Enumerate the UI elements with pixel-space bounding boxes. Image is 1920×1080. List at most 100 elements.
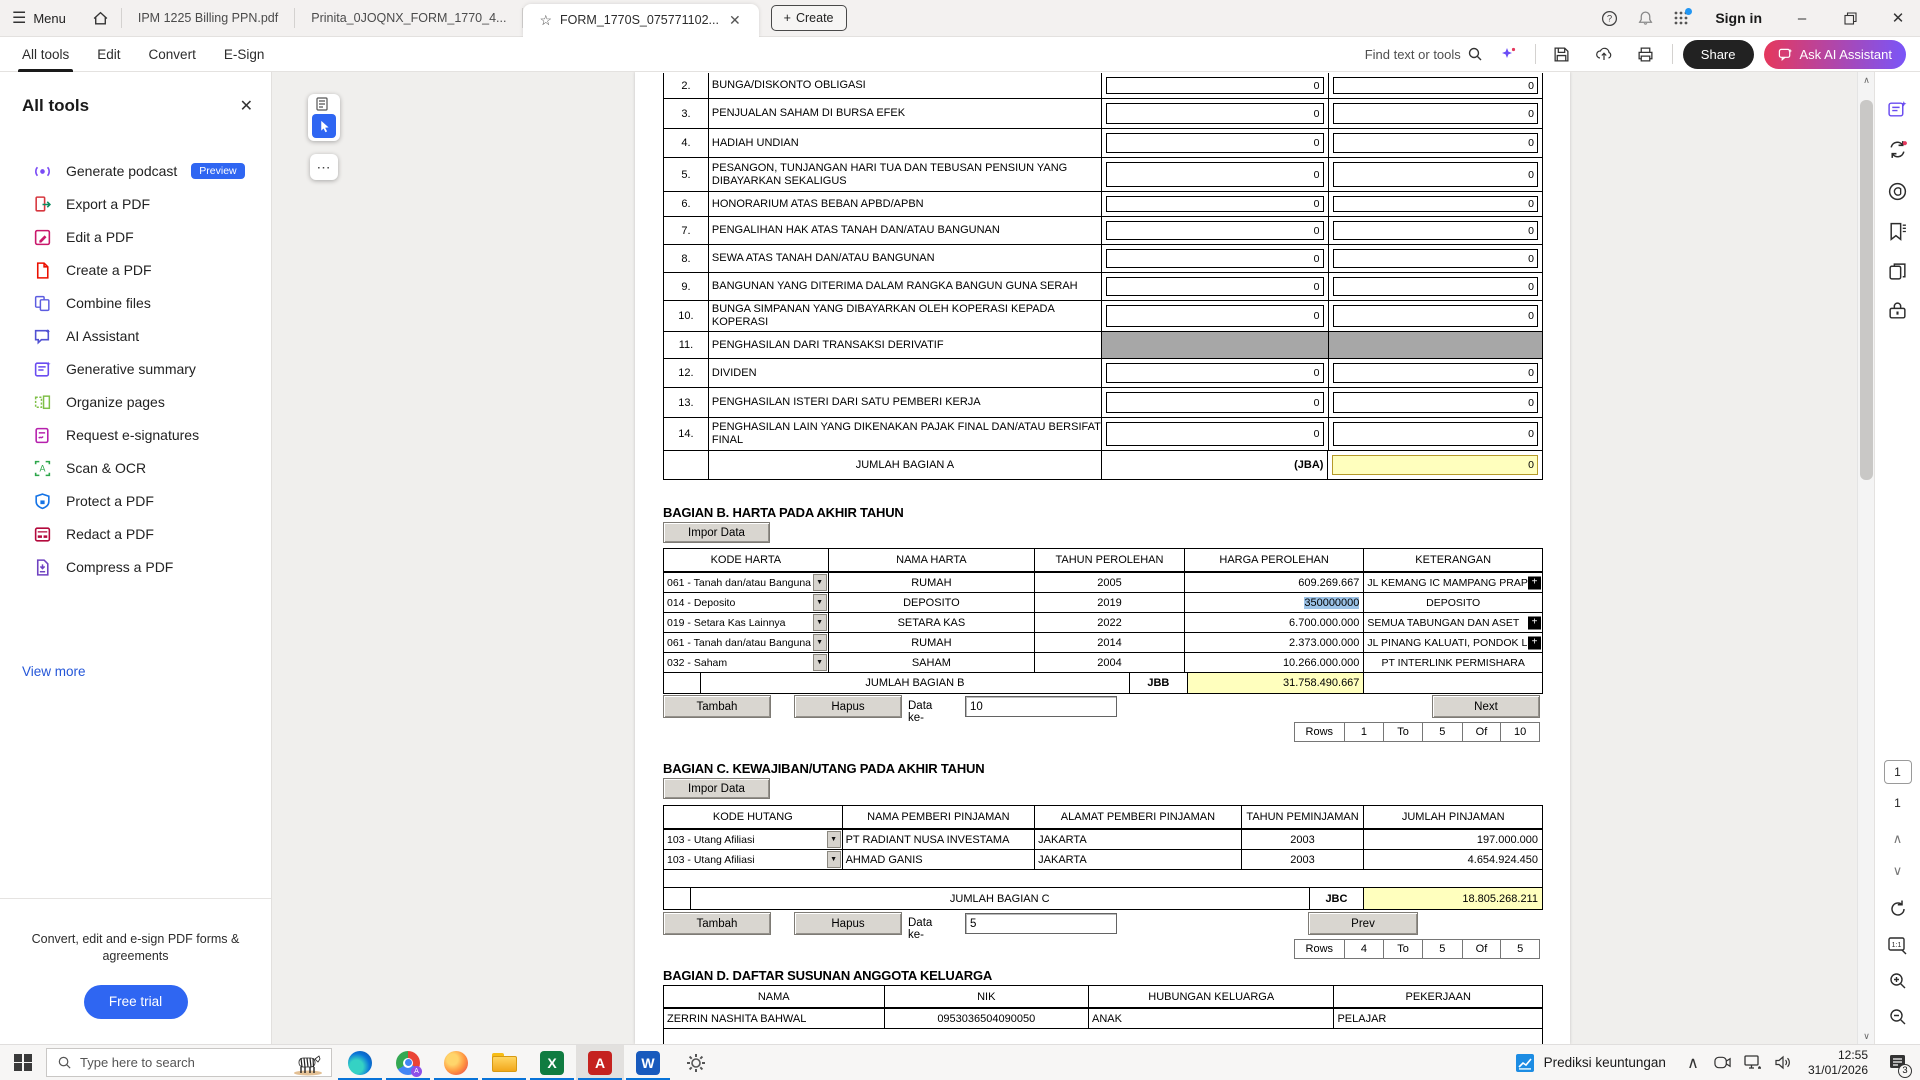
- tool-item-ai-assistant[interactable]: AI Assistant: [0, 319, 271, 353]
- ai-tools-button[interactable]: [1493, 39, 1525, 69]
- value-field[interactable]: 0: [1106, 305, 1323, 327]
- part-c-data-ke-input[interactable]: 5: [965, 913, 1117, 934]
- keterangan-cell[interactable]: SEMUA TABUNGAN DAN ASET+: [1364, 613, 1542, 632]
- share-button[interactable]: Share: [1683, 40, 1754, 69]
- jbc-total-field[interactable]: 18.805.268.211: [1364, 888, 1542, 909]
- tool-item-create-a-pdf[interactable]: Create a PDF: [0, 253, 271, 287]
- kode-dropdown-button[interactable]: ▼: [813, 594, 827, 611]
- jumlah-cell[interactable]: 4.654.924.450: [1364, 850, 1542, 869]
- kode-dropdown-button[interactable]: ▼: [813, 614, 827, 631]
- jbb-total-field[interactable]: 31.758.490.667: [1188, 673, 1365, 693]
- tahun-cell[interactable]: 2022: [1035, 613, 1185, 632]
- jba-total-field[interactable]: 0: [1332, 455, 1538, 475]
- value-field[interactable]: 0: [1106, 422, 1323, 446]
- value-field[interactable]: 0: [1106, 363, 1323, 383]
- part-b-tambah-button[interactable]: Tambah: [663, 695, 771, 718]
- taskbar-widget[interactable]: Prediksi keuntungan: [1504, 1052, 1676, 1074]
- ask-ai-assistant-button[interactable]: Ask AI Assistant: [1764, 40, 1907, 69]
- value-field[interactable]: 0: [1333, 162, 1539, 187]
- kode-cell[interactable]: 032 - Saham▼: [664, 653, 829, 672]
- value-field[interactable]: 0: [1333, 392, 1539, 413]
- hubungan-cell[interactable]: ANAK: [1089, 1009, 1334, 1028]
- kode-cell[interactable]: 103 - Utang Afiliasi▼: [664, 830, 843, 849]
- app-menu-button[interactable]: ☰ Menu: [0, 8, 80, 28]
- part-b-hapus-button[interactable]: Hapus: [794, 695, 902, 718]
- document-tab-1[interactable]: IPM 1225 Billing PPN.pdf: [122, 0, 294, 37]
- kode-cell[interactable]: 103 - Utang Afiliasi▼: [664, 850, 843, 869]
- vertical-scrollbar[interactable]: ∧ ∨: [1857, 72, 1874, 1044]
- part-b-next-button[interactable]: Next: [1432, 695, 1540, 718]
- pekerjaan-cell[interactable]: PELAJAR: [1334, 1009, 1542, 1028]
- tool-item-redact-a-pdf[interactable]: Redact a PDF: [0, 517, 271, 551]
- document-tab-3[interactable]: ☆FORM_1770S_075771102...✕: [523, 4, 758, 37]
- keterangan-cell[interactable]: DEPOSITO: [1364, 593, 1542, 612]
- tab-close-icon[interactable]: ✕: [727, 12, 743, 29]
- alamat-cell[interactable]: JAKARTA: [1035, 850, 1242, 869]
- taskbar-app-chrome[interactable]: A: [384, 1045, 432, 1080]
- close-button[interactable]: ✕: [1876, 0, 1920, 36]
- keterangan-cell[interactable]: JL KEMANG IC MAMPANG PRAP+: [1364, 573, 1542, 592]
- tahun-cell[interactable]: 2004: [1035, 653, 1185, 672]
- tool-item-export-a-pdf[interactable]: Export a PDF: [0, 187, 271, 221]
- value-field[interactable]: 0: [1333, 77, 1539, 94]
- value-field[interactable]: 0: [1333, 196, 1539, 212]
- print-button[interactable]: [1630, 39, 1662, 69]
- start-button[interactable]: [0, 1045, 46, 1080]
- meet-now-icon[interactable]: [1710, 1045, 1736, 1080]
- keterangan-cell[interactable]: PT INTERLINK PERMISHARA: [1364, 653, 1542, 672]
- generative-summary-icon[interactable]: [1883, 94, 1913, 124]
- pages-list-icon[interactable]: [316, 97, 332, 111]
- part-c-import-button[interactable]: Impor Data: [663, 778, 770, 799]
- ribbon-tab-convert[interactable]: Convert: [135, 37, 210, 72]
- tahun-cell[interactable]: 2019: [1035, 593, 1185, 612]
- alamat-cell[interactable]: JAKARTA: [1035, 830, 1242, 849]
- zoom-in-icon[interactable]: [1883, 966, 1913, 996]
- kode-cell[interactable]: 061 - Tanah dan/atau Banguna▼: [664, 633, 829, 652]
- taskbar-clock[interactable]: 12:55 31/01/2026: [1800, 1048, 1876, 1078]
- taskbar-app-firefox[interactable]: [432, 1045, 480, 1080]
- part-c-hapus-button[interactable]: Hapus: [794, 912, 902, 935]
- ribbon-tab-e-sign[interactable]: E-Sign: [210, 37, 279, 72]
- taskbar-app-excel[interactable]: X: [528, 1045, 576, 1080]
- harga-cell[interactable]: 2.373.000.000: [1185, 633, 1365, 652]
- harga-cell[interactable]: 6.700.000.000: [1185, 613, 1365, 632]
- find-text-button[interactable]: Find text or tools: [1365, 46, 1483, 62]
- sign-in-button[interactable]: Sign in: [1701, 10, 1776, 26]
- tahun-cell[interactable]: 2003: [1242, 830, 1365, 849]
- network-icon[interactable]: [1740, 1045, 1766, 1080]
- kode-cell[interactable]: 014 - Deposito▼: [664, 593, 829, 612]
- expand-button[interactable]: +: [1528, 616, 1541, 629]
- rotate-page-icon[interactable]: [1883, 894, 1913, 924]
- kode-cell[interactable]: 061 - Tanah dan/atau Banguna▼: [664, 573, 829, 592]
- previous-page-chevron[interactable]: ∧: [1883, 824, 1913, 854]
- help-button[interactable]: ?: [1593, 3, 1625, 33]
- view-more-link[interactable]: View more: [22, 664, 86, 679]
- nama-cell[interactable]: AHMAD GANIS: [843, 850, 1036, 869]
- next-page-chevron[interactable]: ∨: [1883, 856, 1913, 886]
- zoom-out-icon[interactable]: [1883, 1002, 1913, 1032]
- tool-item-compress-a-pdf[interactable]: Compress a PDF: [0, 550, 271, 584]
- value-field[interactable]: 0: [1333, 133, 1539, 153]
- nama-cell[interactable]: RUMAH: [829, 573, 1036, 592]
- document-tab-2[interactable]: Prinita_0JOQNX_FORM_1770_4...: [295, 0, 522, 37]
- page-thumbnails-icon[interactable]: [1883, 256, 1913, 286]
- value-field[interactable]: 0: [1106, 392, 1323, 413]
- expand-button[interactable]: +: [1528, 576, 1541, 589]
- harga-cell[interactable]: 609.269.667: [1185, 573, 1365, 592]
- convert-icon[interactable]: [1883, 134, 1913, 164]
- more-tools-button[interactable]: ⋯: [310, 154, 338, 180]
- ribbon-tab-all-tools[interactable]: All tools: [8, 37, 83, 72]
- tahun-cell[interactable]: 2005: [1035, 573, 1185, 592]
- taskbar-app-settings[interactable]: [672, 1045, 720, 1080]
- create-button[interactable]: + Create: [771, 5, 847, 31]
- tool-item-generative-summary[interactable]: Generative summary: [0, 352, 271, 386]
- volume-icon[interactable]: [1770, 1045, 1796, 1080]
- taskbar-app-edge[interactable]: [336, 1045, 384, 1080]
- part-b-import-button[interactable]: Impor Data: [663, 522, 770, 543]
- nama-cell[interactable]: PT RADIANT NUSA INVESTAMA: [843, 830, 1036, 849]
- nama-cell[interactable]: SAHAM: [829, 653, 1036, 672]
- comments-icon[interactable]: [1883, 176, 1913, 206]
- current-page-field[interactable]: 1: [1884, 760, 1912, 784]
- tool-item-combine-files[interactable]: Combine files: [0, 286, 271, 320]
- taskbar-app-word[interactable]: W: [624, 1045, 672, 1080]
